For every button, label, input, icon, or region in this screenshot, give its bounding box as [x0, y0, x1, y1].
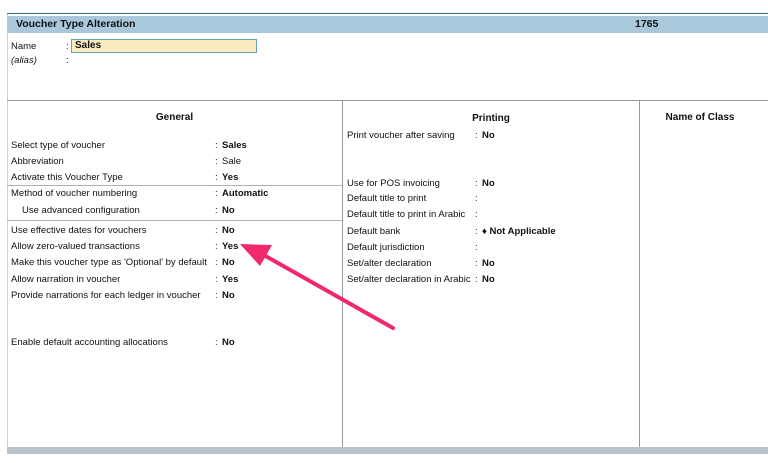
- annotation-arrow: [240, 244, 395, 330]
